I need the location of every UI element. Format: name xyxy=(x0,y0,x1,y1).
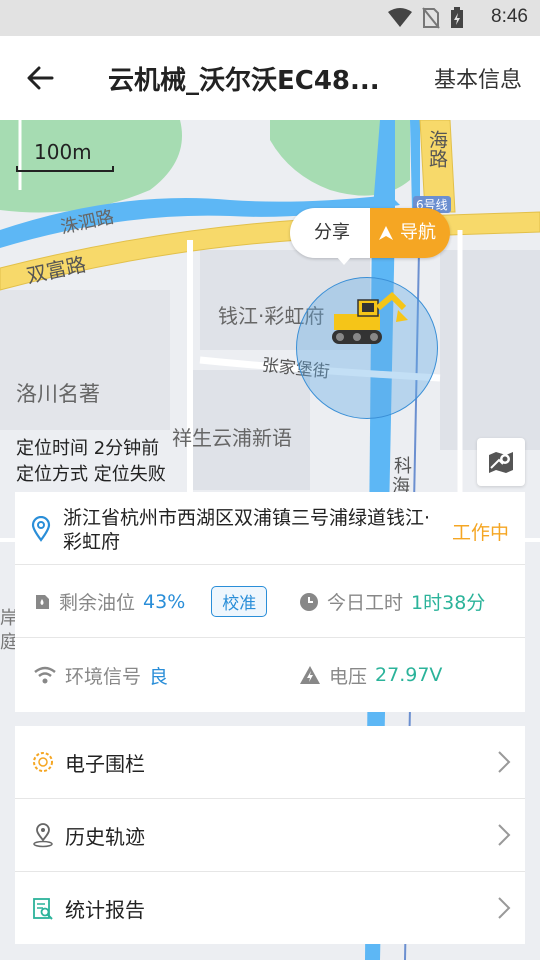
machine-info-card: 浙江省杭州市西湖区双浦镇三号浦绿道钱江·彩虹府 工作中 剩余油位 43% 校准 … xyxy=(15,492,525,712)
map-layer-icon xyxy=(489,452,513,473)
menu-item-geofence[interactable]: 电子围栏 xyxy=(15,726,525,799)
work-hours-value: 1时38分 xyxy=(411,592,486,614)
chevron-right-icon xyxy=(498,751,511,773)
track-pin-icon xyxy=(33,823,53,848)
page-title: 云机械_沃尔沃EC48... xyxy=(108,66,380,96)
menu-item-report[interactable]: 统计报告 xyxy=(15,872,525,945)
no-sim-icon xyxy=(422,7,440,29)
address-text: 浙江省杭州市西湖区双浦镇三号浦绿道钱江·彩虹府 xyxy=(63,507,431,553)
navigate-icon xyxy=(379,226,393,240)
fuel-row: 剩余油位 43% 校准 今日工时 1时38分 xyxy=(15,565,525,638)
excavator-icon xyxy=(332,291,408,344)
excavator-marker[interactable] xyxy=(328,291,410,352)
chevron-right-icon xyxy=(498,824,511,846)
menu-label-report: 统计报告 xyxy=(65,898,145,922)
work-hours-label: 今日工时 xyxy=(327,592,404,614)
header: 云机械_沃尔沃EC48... 基本信息 xyxy=(0,36,540,120)
basic-info-link[interactable]: 基本信息 xyxy=(434,62,522,94)
signal-row: 环境信号 良 电压 27.97V xyxy=(15,638,525,712)
wifi-signal-icon xyxy=(34,666,56,684)
back-arrow-icon xyxy=(27,66,54,90)
report-icon xyxy=(33,897,53,920)
status-bar: 8:46 xyxy=(0,0,540,36)
work-hours-cell: 今日工时 1时38分 xyxy=(299,565,485,638)
battery-icon xyxy=(451,7,463,28)
road-label-hai: 海路 xyxy=(426,130,448,168)
geofence-icon xyxy=(33,752,53,772)
popup-pointer xyxy=(336,256,352,265)
poi-label-xiangsheng: 祥生云浦新语 xyxy=(172,426,292,450)
location-pin-icon xyxy=(31,516,51,542)
clock: 8:46 xyxy=(491,6,528,27)
voltage-label: 电压 xyxy=(329,665,368,688)
map-view[interactable]: 洙泗路 双富路 海路 6号线 钱江·彩虹府 张家堡街 洛川名著 祥生云浦新语 科… xyxy=(0,120,540,960)
scale-bar xyxy=(16,166,114,172)
navigate-label: 导航 xyxy=(400,222,436,243)
voltage-cell: 电压 27.97V xyxy=(299,638,442,712)
work-status: 工作中 xyxy=(451,522,509,544)
navigate-button[interactable]: 导航 xyxy=(370,208,450,258)
voltage-value: 27.97V xyxy=(375,664,443,686)
calibrate-button[interactable]: 校准 xyxy=(211,586,268,617)
status-icons xyxy=(388,7,464,29)
fuel-label: 剩余油位 xyxy=(59,592,136,614)
marker-popup: 分享 导航 xyxy=(290,208,450,258)
chevron-right-icon xyxy=(498,897,511,919)
fuel-cell: 剩余油位 43% 校准 xyxy=(33,565,268,638)
fuel-icon xyxy=(36,594,49,609)
share-button[interactable]: 分享 xyxy=(290,208,370,258)
wifi-icon xyxy=(388,8,412,27)
address-row: 浙江省杭州市西湖区双浦镇三号浦绿道钱江·彩虹府 工作中 xyxy=(15,492,525,565)
location-time: 定位时间 2分钟前 xyxy=(16,438,160,459)
menu-item-history-track[interactable]: 历史轨迹 xyxy=(15,799,525,872)
scale-label: 100m xyxy=(34,140,92,164)
menu-label-history-track: 历史轨迹 xyxy=(65,824,145,849)
menu-label-geofence: 电子围栏 xyxy=(65,751,145,776)
function-menu: 电子围栏 历史轨迹 统计报告 xyxy=(15,726,525,944)
poi-label-luochuan: 洛川名著 xyxy=(16,382,100,406)
fuel-value: 43% xyxy=(143,590,186,613)
location-method: 定位方式 定位失败 xyxy=(16,464,166,485)
clock-icon xyxy=(300,592,318,611)
voltage-warning-icon xyxy=(300,666,320,684)
signal-label: 环境信号 xyxy=(65,665,142,688)
back-button[interactable] xyxy=(20,58,60,98)
signal-cell: 环境信号 良 xyxy=(33,638,168,712)
map-layer-button[interactable] xyxy=(477,438,525,486)
map-scale: 100m xyxy=(16,140,114,172)
location-info: 定位时间 2分钟前 定位方式 定位失败 xyxy=(16,436,166,488)
signal-value: 良 xyxy=(149,665,169,688)
